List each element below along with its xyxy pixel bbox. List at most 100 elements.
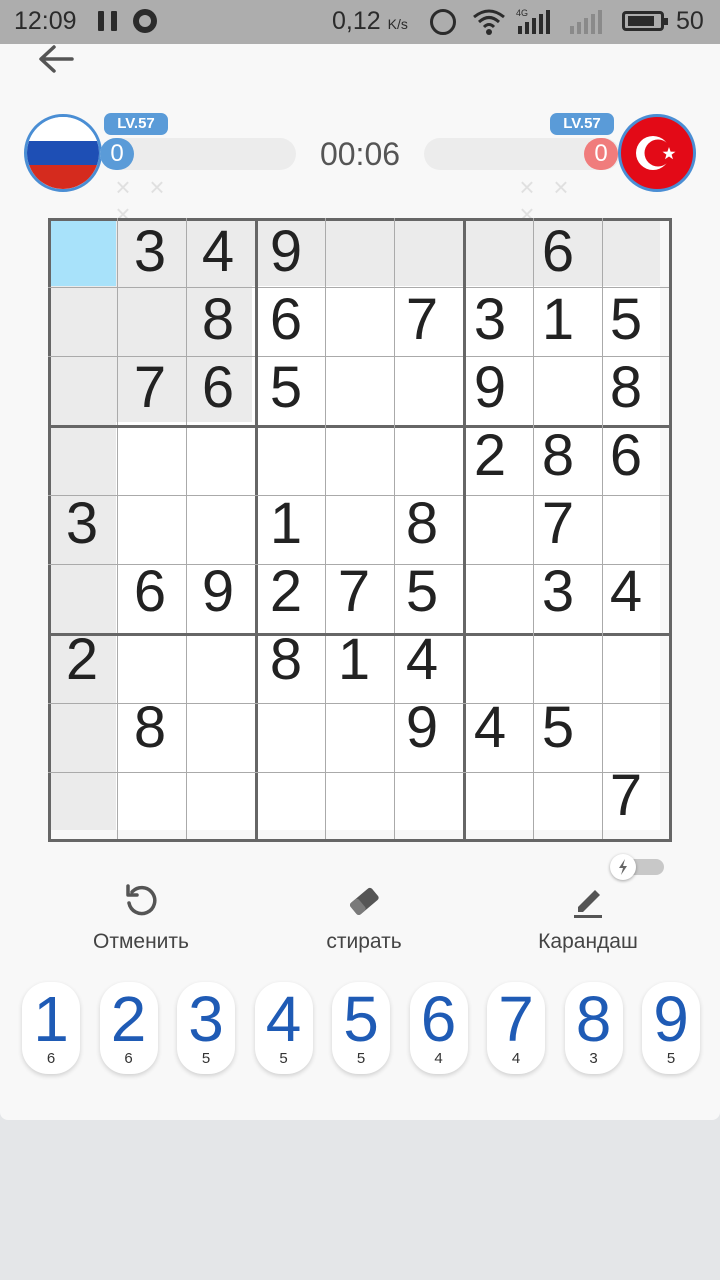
number-button-8[interactable]: 83 xyxy=(564,982,623,1074)
sudoku-cell-r1c4[interactable]: 9 xyxy=(252,218,320,286)
sudoku-cell-r2c4[interactable]: 6 xyxy=(252,286,320,354)
sudoku-cell-r8c2[interactable]: 8 xyxy=(116,694,184,762)
number-button-2[interactable]: 26 xyxy=(99,982,158,1074)
sudoku-cell-r4c3[interactable] xyxy=(184,422,252,490)
sudoku-cell-r7c7[interactable] xyxy=(456,626,524,694)
turkey-flag-avatar xyxy=(618,114,696,192)
sudoku-cell-r5c7[interactable] xyxy=(456,490,524,558)
sudoku-cell-r2c5[interactable] xyxy=(320,286,388,354)
sudoku-cell-r9c7[interactable] xyxy=(456,762,524,830)
sudoku-cell-r5c1[interactable]: 3 xyxy=(48,490,116,558)
sudoku-cell-r2c9[interactable]: 5 xyxy=(592,286,660,354)
sudoku-cell-r7c3[interactable] xyxy=(184,626,252,694)
opponent-level-badge: LV.57 xyxy=(550,113,614,135)
sudoku-cell-r3c5[interactable] xyxy=(320,354,388,422)
sudoku-cell-r2c3[interactable]: 8 xyxy=(184,286,252,354)
sudoku-cell-r6c7[interactable] xyxy=(456,558,524,626)
sudoku-cell-r9c9[interactable]: 7 xyxy=(592,762,660,830)
sudoku-cell-r8c9[interactable] xyxy=(592,694,660,762)
sudoku-cell-r8c4[interactable] xyxy=(252,694,320,762)
sudoku-cell-r6c2[interactable]: 6 xyxy=(116,558,184,626)
sudoku-cell-r1c3[interactable]: 4 xyxy=(184,218,252,286)
pencil-label: Карандаш xyxy=(538,930,638,953)
sudoku-cell-r4c7[interactable]: 2 xyxy=(456,422,524,490)
sudoku-cell-r7c5[interactable]: 1 xyxy=(320,626,388,694)
sudoku-cell-r6c4[interactable]: 2 xyxy=(252,558,320,626)
sudoku-cell-r5c6[interactable]: 8 xyxy=(388,490,456,558)
number-button-1[interactable]: 16 xyxy=(22,982,80,1074)
number-button-7[interactable]: 74 xyxy=(487,982,545,1074)
sudoku-cell-r9c6[interactable] xyxy=(388,762,456,830)
sudoku-cell-r5c8[interactable]: 7 xyxy=(524,490,592,558)
sudoku-cell-r1c8[interactable]: 6 xyxy=(524,218,592,286)
sudoku-cell-r3c8[interactable] xyxy=(524,354,592,422)
sudoku-cell-r4c8[interactable]: 8 xyxy=(524,422,592,490)
sudoku-cell-r3c1[interactable] xyxy=(48,354,116,422)
sudoku-cell-r1c9[interactable] xyxy=(592,218,660,286)
sudoku-cell-r3c6[interactable] xyxy=(388,354,456,422)
sudoku-cell-r9c4[interactable] xyxy=(252,762,320,830)
sudoku-cell-r2c6[interactable]: 7 xyxy=(388,286,456,354)
sudoku-cell-r4c4[interactable] xyxy=(252,422,320,490)
sudoku-cell-r5c2[interactable] xyxy=(116,490,184,558)
sudoku-cell-r6c6[interactable]: 5 xyxy=(388,558,456,626)
status-bar: 12:09 0,12 K/s 4G 50 xyxy=(0,0,720,44)
sudoku-cell-r6c8[interactable]: 3 xyxy=(524,558,592,626)
sudoku-cell-r3c4[interactable]: 5 xyxy=(252,354,320,422)
sudoku-cell-r7c1[interactable]: 2 xyxy=(48,626,116,694)
sudoku-cell-r9c1[interactable] xyxy=(48,762,116,830)
number-button-5[interactable]: 55 xyxy=(332,982,390,1074)
sudoku-cell-r6c5[interactable]: 7 xyxy=(320,558,388,626)
sudoku-cell-r7c8[interactable] xyxy=(524,626,592,694)
sudoku-cell-r2c1[interactable] xyxy=(48,286,116,354)
sudoku-cell-r4c6[interactable] xyxy=(388,422,456,490)
sudoku-cell-r9c3[interactable] xyxy=(184,762,252,830)
lightning-toggle[interactable] xyxy=(610,854,666,880)
number-button-3[interactable]: 35 xyxy=(177,982,235,1074)
sudoku-cell-r1c6[interactable] xyxy=(388,218,456,286)
undo-button[interactable]: Отменить xyxy=(46,880,236,960)
sudoku-cell-r6c1[interactable] xyxy=(48,558,116,626)
sudoku-cell-r7c2[interactable] xyxy=(116,626,184,694)
number-button-9[interactable]: 95 xyxy=(642,982,700,1074)
sudoku-cell-r5c9[interactable] xyxy=(592,490,660,558)
number-button-4[interactable]: 45 xyxy=(254,982,313,1074)
sudoku-cell-r8c3[interactable] xyxy=(184,694,252,762)
sudoku-cell-r5c5[interactable] xyxy=(320,490,388,558)
sudoku-cell-r1c7[interactable] xyxy=(456,218,524,286)
number-button-6[interactable]: 64 xyxy=(409,982,468,1074)
sudoku-cell-r6c9[interactable]: 4 xyxy=(592,558,660,626)
sudoku-cell-r2c2[interactable] xyxy=(116,286,184,354)
sudoku-cell-r3c2[interactable]: 7 xyxy=(116,354,184,422)
sudoku-cell-r4c2[interactable] xyxy=(116,422,184,490)
sudoku-cell-r8c6[interactable]: 9 xyxy=(388,694,456,762)
sudoku-cell-r5c4[interactable]: 1 xyxy=(252,490,320,558)
sudoku-cell-r7c6[interactable]: 4 xyxy=(388,626,456,694)
sudoku-cell-r4c5[interactable] xyxy=(320,422,388,490)
game-timer: 00:06 xyxy=(319,136,401,172)
erase-button[interactable]: стирать xyxy=(269,880,459,960)
pencil-button[interactable]: Карандаш xyxy=(493,880,683,960)
sudoku-cell-r3c7[interactable]: 9 xyxy=(456,354,524,422)
sudoku-cell-r9c2[interactable] xyxy=(116,762,184,830)
sudoku-cell-r8c7[interactable]: 4 xyxy=(456,694,524,762)
sudoku-cell-r7c9[interactable] xyxy=(592,626,660,694)
sudoku-cell-r8c5[interactable] xyxy=(320,694,388,762)
sudoku-cell-r2c8[interactable]: 1 xyxy=(524,286,592,354)
sudoku-cell-r6c3[interactable]: 9 xyxy=(184,558,252,626)
sudoku-cell-r3c9[interactable]: 8 xyxy=(592,354,660,422)
sudoku-cell-r1c2[interactable]: 3 xyxy=(116,218,184,286)
sudoku-cell-r9c8[interactable] xyxy=(524,762,592,830)
sudoku-cell-r3c3[interactable]: 6 xyxy=(184,354,252,422)
sudoku-cell-r5c3[interactable] xyxy=(184,490,252,558)
sudoku-cell-r7c4[interactable]: 8 xyxy=(252,626,320,694)
sudoku-cell-r8c1[interactable] xyxy=(48,694,116,762)
sudoku-cell-r2c7[interactable]: 3 xyxy=(456,286,524,354)
sudoku-cell-r8c8[interactable]: 5 xyxy=(524,694,592,762)
sudoku-cell-r4c9[interactable]: 6 xyxy=(592,422,660,490)
sudoku-cell-r1c5[interactable] xyxy=(320,218,388,286)
sudoku-cell-r4c1[interactable] xyxy=(48,422,116,490)
sudoku-cell-r1c1[interactable] xyxy=(48,218,116,286)
arrow-left-icon[interactable] xyxy=(36,44,76,74)
sudoku-cell-r9c5[interactable] xyxy=(320,762,388,830)
